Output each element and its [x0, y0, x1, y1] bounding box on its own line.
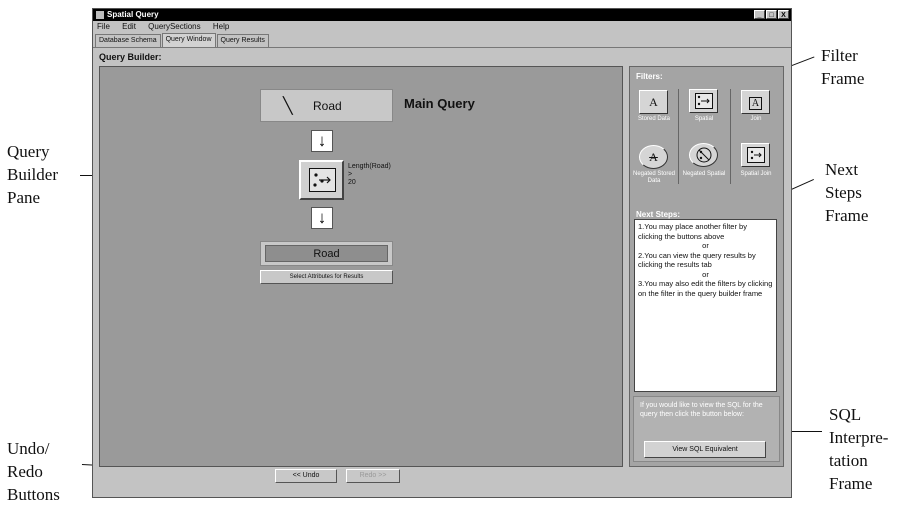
- stored-data-filter-button[interactable]: A: [639, 90, 668, 114]
- filter-caption: Stored Data: [637, 116, 671, 122]
- query-builder-pane[interactable]: ╲ Road Main Query ↓ Length(Road) > 20 ↓: [99, 66, 623, 467]
- sql-interpretation-frame: If you would like to view the SQL for th…: [633, 396, 780, 462]
- line-segment-icon: ╲: [283, 98, 293, 115]
- filters-label: Filters:: [636, 72, 663, 81]
- down-arrow-icon: ↓: [311, 207, 333, 229]
- spatial-join-icon: [747, 147, 765, 163]
- stored-data-icon: A: [649, 95, 658, 109]
- undo-button[interactable]: << Undo: [275, 469, 337, 483]
- tab-database-schema[interactable]: Database Schema: [95, 34, 161, 47]
- menu-bar: File Edit QuerySections Help: [93, 21, 791, 33]
- spatial-filter-button[interactable]: [689, 89, 718, 113]
- spatial-filter-icon: [309, 168, 336, 192]
- annotation-undo-redo-buttons: Undo/ Redo Buttons: [7, 439, 60, 504]
- window-title: Spatial Query: [107, 10, 159, 19]
- view-sql-button[interactable]: View SQL Equivalent: [644, 441, 766, 458]
- result-layer-name: Road: [265, 245, 388, 262]
- tab-query-results[interactable]: Query Results: [216, 34, 269, 47]
- main-query-layer-name: Road: [313, 99, 342, 113]
- join-icon: A: [748, 97, 763, 110]
- menu-edit[interactable]: Edit: [122, 22, 136, 31]
- spatial-filter-node[interactable]: [299, 160, 344, 200]
- filter-caption: Spatial Join: [740, 171, 772, 177]
- menu-help[interactable]: Help: [213, 22, 229, 31]
- query-builder-label: Query Builder:: [99, 52, 162, 62]
- sql-instructions: If you would like to view the SQL for th…: [640, 402, 763, 418]
- negated-spatial-icon: [696, 147, 712, 163]
- down-arrow-icon: ↓: [311, 130, 333, 152]
- annotation-query-builder-pane: Query Builder Pane: [7, 142, 58, 207]
- redo-button[interactable]: Redo >>: [346, 469, 400, 483]
- filter-caption: Negated Stored Data: [632, 171, 676, 184]
- negated-spatial-filter-button[interactable]: [689, 143, 718, 167]
- divider: [730, 89, 731, 184]
- next-steps-text: 1.You may place another filter by clicki…: [634, 219, 777, 392]
- filter-caption: Join: [750, 116, 762, 122]
- annotation-sql-interpretation-frame: SQL Interpre- tation Frame: [829, 405, 889, 493]
- maximize-button[interactable]: □: [766, 10, 777, 19]
- spatial-filter-icon: [695, 93, 713, 109]
- filters-side-panel: Filters: A Stored Data Spatial A Join A …: [629, 66, 784, 467]
- title-bar: Spatial Query _ □ X: [93, 9, 791, 21]
- divider: [678, 89, 679, 184]
- join-filter-button[interactable]: A: [741, 90, 770, 114]
- spatial-join-filter-button[interactable]: [741, 143, 770, 167]
- menu-file[interactable]: File: [97, 22, 110, 31]
- main-query-title: Main Query: [404, 96, 475, 111]
- tab-query-window[interactable]: Query Window: [161, 33, 216, 47]
- filter-caption: Negated Spatial: [682, 171, 726, 177]
- spatial-filter-condition: Length(Road) > 20: [348, 163, 391, 186]
- annotation-filter-frame: Filter Frame: [821, 46, 865, 88]
- result-layer[interactable]: Road: [260, 241, 393, 266]
- close-button[interactable]: X: [778, 10, 789, 19]
- minimize-button[interactable]: _: [754, 10, 765, 19]
- tab-strip: Database Schema Query Window Query Resul…: [95, 33, 270, 47]
- main-query-layer[interactable]: ╲ Road: [260, 89, 393, 122]
- select-attributes-button[interactable]: Select Attributes for Results: [260, 270, 393, 284]
- tab-divider: [93, 47, 791, 48]
- app-icon: [96, 11, 104, 19]
- app-window: Spatial Query _ □ X File Edit QuerySecti…: [92, 8, 792, 498]
- negated-stored-data-filter-button[interactable]: A: [639, 145, 668, 169]
- next-steps-label: Next Steps:: [636, 210, 681, 219]
- menu-query-sections[interactable]: QuerySections: [148, 22, 200, 31]
- filter-caption: Spatial: [694, 116, 714, 122]
- negated-stored-data-icon: A: [649, 150, 658, 164]
- annotation-next-steps-frame: Next Steps Frame: [825, 160, 869, 225]
